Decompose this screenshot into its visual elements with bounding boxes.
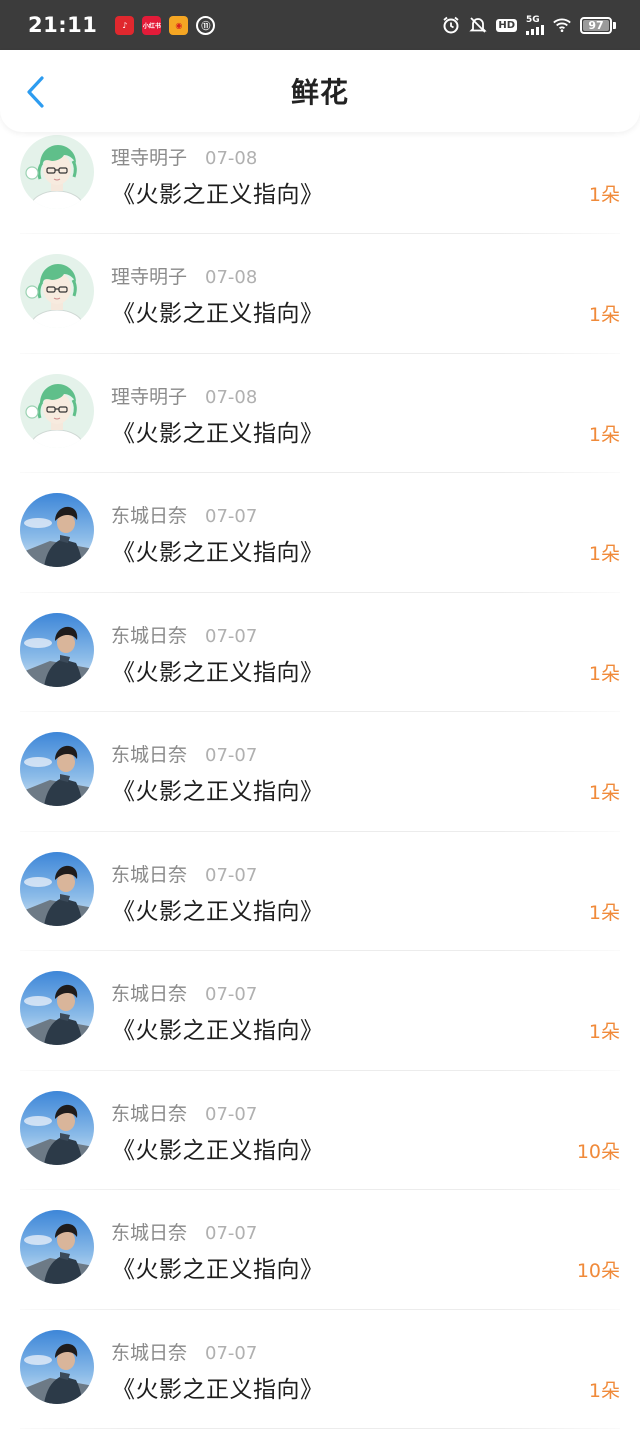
book-title[interactable]: 《火影之正义指向》 (112, 1370, 324, 1404)
green-hair-avatar[interactable] (20, 254, 94, 328)
book-title[interactable]: 《火影之正义指向》 (112, 653, 324, 687)
username[interactable]: 东城日奈 (111, 1218, 187, 1245)
sky-photo-avatar[interactable] (20, 493, 94, 567)
sync-icon: ⑪ (196, 16, 215, 35)
list-item[interactable]: 理寺明子 07-08 《火影之正义指向》 1朵 (0, 234, 640, 354)
xiaohongshu-icon: 小红书 (142, 16, 161, 35)
username[interactable]: 东城日奈 (111, 1338, 187, 1365)
username[interactable]: 东城日奈 (111, 860, 187, 887)
flower-count: 10朵 (577, 1256, 620, 1283)
5g-signal-icon: 5G (526, 16, 544, 35)
date: 07-07 (205, 865, 257, 886)
item-meta: 东城日奈 07-07 (111, 740, 257, 767)
flower-count: 1朵 (589, 898, 620, 925)
date: 07-07 (205, 626, 257, 647)
date: 07-07 (205, 984, 257, 1005)
list-item[interactable]: 东城日奈 07-07 《火影之正义指向》 1朵 (0, 473, 640, 593)
flower-count: 1朵 (589, 659, 620, 686)
sky-photo-avatar[interactable] (20, 732, 94, 806)
date: 07-08 (205, 387, 257, 408)
username[interactable]: 东城日奈 (111, 501, 187, 528)
book-title[interactable]: 《火影之正义指向》 (112, 1011, 324, 1045)
wifi-icon (553, 16, 571, 34)
date: 07-08 (205, 267, 257, 288)
book-title[interactable]: 《火影之正义指向》 (112, 1131, 324, 1165)
date: 07-07 (205, 745, 257, 766)
item-meta: 东城日奈 07-07 (111, 501, 257, 528)
system-icons: HD 5G 97 (442, 16, 616, 35)
book-title[interactable]: 《火影之正义指向》 (112, 533, 324, 567)
book-title[interactable]: 《火影之正义指向》 (112, 892, 324, 926)
item-meta: 东城日奈 07-07 (111, 1338, 257, 1365)
date: 07-07 (205, 506, 257, 527)
flower-count: 1朵 (589, 1376, 620, 1403)
flower-count: 10朵 (577, 1137, 620, 1164)
navigation-bar: 鲜花 (0, 50, 640, 132)
list-item[interactable]: 东城日奈 07-07 《火影之正义指向》 1朵 (0, 951, 640, 1071)
date: 07-07 (205, 1343, 257, 1364)
book-title[interactable]: 《火影之正义指向》 (112, 772, 324, 806)
book-title[interactable]: 《火影之正义指向》 (112, 1250, 324, 1284)
list-item[interactable]: 理寺明子 07-08 《火影之正义指向》 1朵 (0, 354, 640, 474)
book-title[interactable]: 《火影之正义指向》 (112, 414, 324, 448)
notification-icons: ♪ 小红书 ◉ ⑪ (115, 16, 215, 35)
item-meta: 东城日奈 07-07 (111, 1218, 257, 1245)
flower-count: 1朵 (589, 300, 620, 327)
sky-photo-avatar[interactable] (20, 852, 94, 926)
hd-icon: HD (496, 19, 517, 32)
item-meta: 理寺明子 07-08 (111, 143, 257, 170)
item-meta: 理寺明子 07-08 (111, 262, 257, 289)
date: 07-07 (205, 1104, 257, 1125)
item-meta: 东城日奈 07-07 (111, 1099, 257, 1126)
date: 07-08 (205, 148, 257, 169)
sky-photo-avatar[interactable] (20, 1330, 94, 1404)
list-item[interactable]: 东城日奈 07-07 《火影之正义指向》 10朵 (0, 1071, 640, 1191)
flower-count: 1朵 (589, 420, 620, 447)
flower-count: 1朵 (589, 539, 620, 566)
list-item[interactable]: 东城日奈 07-07 《火影之正义指向》 1朵 (0, 832, 640, 952)
sky-photo-avatar[interactable] (20, 613, 94, 687)
flower-count: 1朵 (589, 778, 620, 805)
item-meta: 东城日奈 07-07 (111, 621, 257, 648)
list-item[interactable]: 东城日奈 07-07 《火影之正义指向》 10朵 (0, 1190, 640, 1310)
sky-photo-avatar[interactable] (20, 1091, 94, 1165)
chevron-left-icon (25, 75, 47, 109)
list-item[interactable]: 东城日奈 07-07 《火影之正义指向》 1朵 (0, 712, 640, 832)
sky-photo-avatar[interactable] (20, 1210, 94, 1284)
page-title: 鲜花 (291, 71, 349, 111)
status-time: 21:11 (28, 13, 97, 37)
username[interactable]: 理寺明子 (111, 382, 187, 409)
item-meta: 东城日奈 07-07 (111, 860, 257, 887)
flower-record-list: 理寺明子 07-08 《火影之正义指向》 1朵 理寺明子 07-08 《火影之正义指向》 1… (0, 132, 640, 1429)
date: 07-07 (205, 1223, 257, 1244)
item-meta: 东城日奈 07-07 (111, 979, 257, 1006)
item-meta: 理寺明子 07-08 (111, 382, 257, 409)
username[interactable]: 理寺明子 (111, 143, 187, 170)
netease-music-icon: ♪ (115, 16, 134, 35)
green-hair-avatar[interactable] (20, 135, 94, 209)
sky-photo-avatar[interactable] (20, 971, 94, 1045)
list-item[interactable]: 东城日奈 07-07 《火影之正义指向》 1朵 (0, 1310, 640, 1429)
alarm-icon (442, 16, 460, 34)
battery-icon: 97 (580, 17, 616, 34)
username[interactable]: 东城日奈 (111, 621, 187, 648)
weibo-icon: ◉ (169, 16, 188, 35)
username[interactable]: 东城日奈 (111, 740, 187, 767)
list-item[interactable]: 东城日奈 07-07 《火影之正义指向》 1朵 (0, 593, 640, 713)
list-item[interactable]: 理寺明子 07-08 《火影之正义指向》 1朵 (0, 132, 640, 234)
mute-icon (469, 16, 487, 34)
green-hair-avatar[interactable] (20, 374, 94, 448)
book-title[interactable]: 《火影之正义指向》 (112, 294, 324, 328)
book-title[interactable]: 《火影之正义指向》 (112, 175, 324, 209)
username[interactable]: 东城日奈 (111, 1099, 187, 1126)
username[interactable]: 理寺明子 (111, 262, 187, 289)
status-bar: 21:11 ♪ 小红书 ◉ ⑪ HD 5G 97 (0, 0, 640, 50)
flower-count: 1朵 (589, 180, 620, 207)
flower-count: 1朵 (589, 1017, 620, 1044)
username[interactable]: 东城日奈 (111, 979, 187, 1006)
back-button[interactable] (18, 74, 54, 110)
